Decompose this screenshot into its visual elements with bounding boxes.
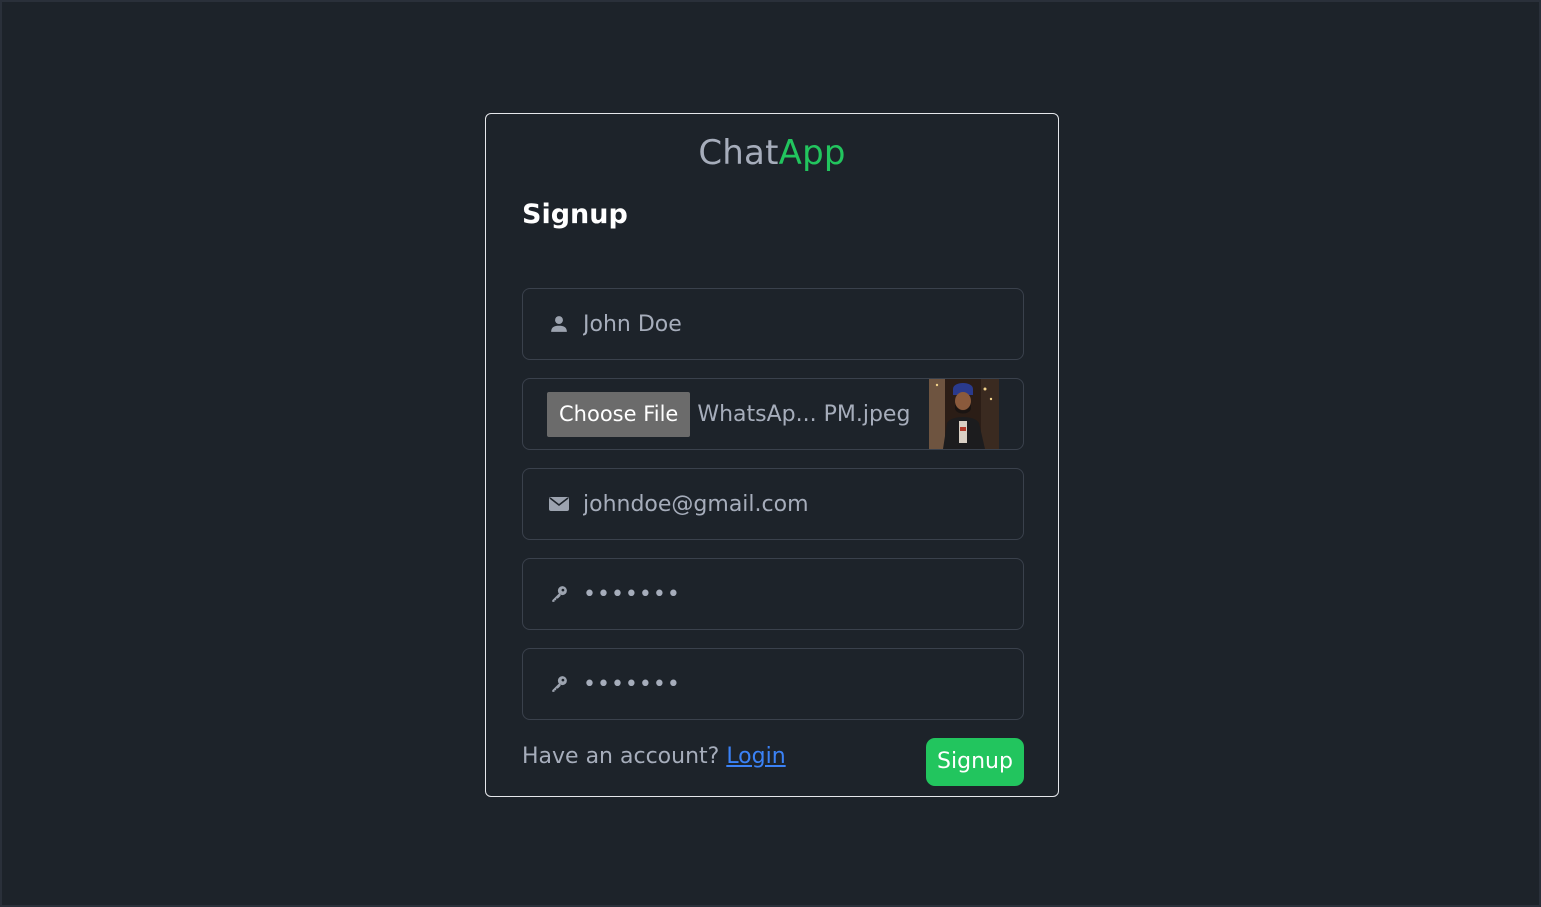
brand-chat-text: Chat <box>698 133 779 173</box>
email-input[interactable] <box>583 484 983 524</box>
have-account-text: Have an account? <box>522 744 727 769</box>
avatar-file-field[interactable]: Choose File WhatsAp... PM.jpeg <box>522 378 1024 450</box>
name-input[interactable] <box>583 304 983 344</box>
confirm-password-field[interactable] <box>522 648 1024 720</box>
signup-button[interactable]: Signup <box>926 738 1024 786</box>
envelope-icon <box>549 494 569 514</box>
password-input[interactable] <box>583 574 983 614</box>
email-field[interactable] <box>522 468 1024 540</box>
password-field[interactable] <box>522 558 1024 630</box>
key-icon <box>549 674 569 694</box>
page-title: Signup <box>522 199 628 230</box>
app-logo: ChatApp <box>486 130 1058 176</box>
signup-card: ChatApp Signup Choose File WhatsAp... PM… <box>485 113 1059 797</box>
avatar-preview-image <box>929 379 999 449</box>
have-account-prompt: Have an account? Login <box>522 740 786 774</box>
page-frame: ChatApp Signup Choose File WhatsAp... PM… <box>0 0 1541 907</box>
name-field[interactable] <box>522 288 1024 360</box>
key-icon <box>549 584 569 604</box>
login-link[interactable]: Login <box>726 744 785 769</box>
file-name-label: WhatsAp... PM.jpeg <box>697 401 911 427</box>
choose-file-button[interactable]: Choose File <box>547 391 691 437</box>
user-icon <box>549 314 569 334</box>
confirm-password-input[interactable] <box>583 664 983 704</box>
brand-app-text: App <box>778 133 846 173</box>
